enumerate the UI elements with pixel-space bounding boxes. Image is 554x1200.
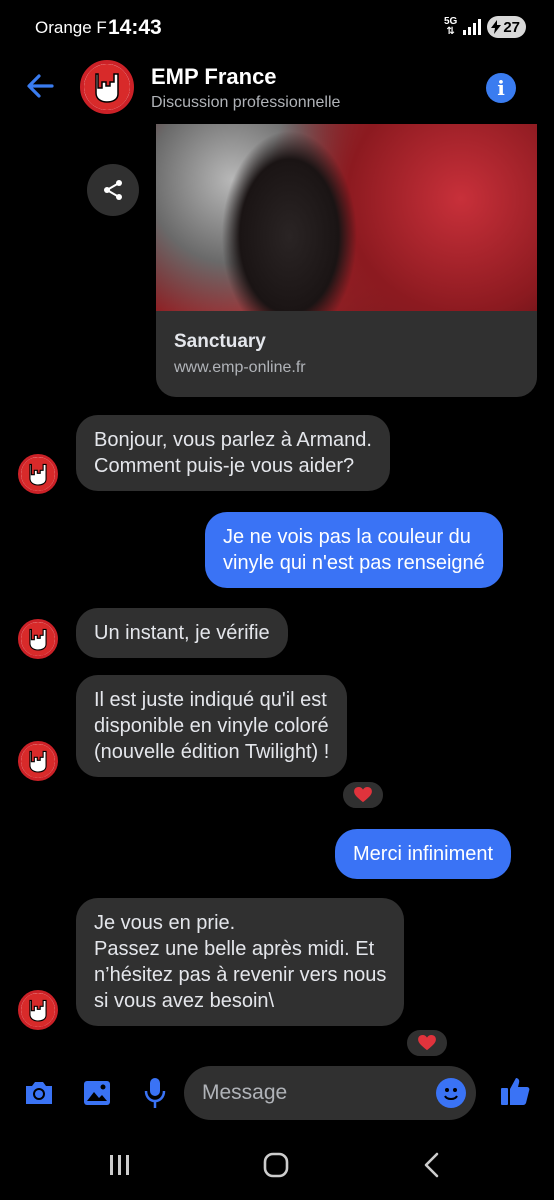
status-icons: 5G ⇅ 27 bbox=[444, 16, 526, 38]
home-button[interactable] bbox=[256, 1150, 296, 1180]
rock-hand-icon bbox=[29, 463, 47, 486]
like-button[interactable] bbox=[498, 1074, 532, 1108]
message-bubble-outgoing[interactable]: Merci infiniment bbox=[335, 829, 512, 879]
link-preview-image[interactable] bbox=[156, 124, 537, 311]
emoji-icon bbox=[444, 1088, 458, 1100]
conversation-header: EMP France Discussion professionnelle i bbox=[0, 56, 554, 120]
signal-icon bbox=[463, 19, 482, 35]
message-reaction[interactable] bbox=[341, 780, 385, 810]
status-bar: Orange F 14:43 5G ⇅ 27 bbox=[0, 0, 554, 56]
message-list[interactable]: Sanctuary www.emp-online.fr Bonjour, vou… bbox=[0, 124, 554, 1056]
message-bubble-incoming[interactable]: Je vous en prie. Passez une belle après … bbox=[76, 898, 405, 1026]
charging-icon bbox=[491, 20, 502, 34]
battery-level: 27 bbox=[503, 18, 520, 36]
message-reaction[interactable] bbox=[405, 1028, 449, 1056]
back-arrow-icon bbox=[27, 74, 54, 98]
link-preview-title: Sanctuary bbox=[174, 331, 266, 352]
thumbs-up-icon bbox=[501, 1078, 530, 1105]
camera-icon bbox=[26, 1082, 52, 1104]
rock-hand-icon bbox=[29, 750, 47, 773]
message-bubble-incoming[interactable]: Il est juste indiqué qu'il est disponibl… bbox=[76, 675, 348, 777]
clock: 14:43 bbox=[108, 16, 162, 39]
message-input[interactable] bbox=[202, 1066, 432, 1120]
sender-avatar[interactable] bbox=[18, 454, 58, 494]
system-navigation-bar bbox=[0, 1132, 554, 1200]
home-icon bbox=[263, 1152, 289, 1178]
message-bubble-outgoing[interactable]: Je ne vois pas la couleur du vinyle qui … bbox=[205, 512, 503, 588]
info-button[interactable]: i bbox=[486, 73, 516, 103]
back-icon bbox=[424, 1152, 439, 1178]
message-composer bbox=[0, 1062, 554, 1126]
message-input-container[interactable] bbox=[184, 1066, 476, 1120]
share-icon bbox=[104, 180, 122, 200]
recents-icon bbox=[110, 1155, 129, 1175]
link-preview-url: www.emp-online.fr bbox=[174, 359, 306, 376]
microphone-icon bbox=[144, 1078, 166, 1108]
message-bubble-incoming[interactable]: Bonjour, vous parlez à Armand. Comment p… bbox=[76, 415, 390, 491]
link-preview-card[interactable]: Sanctuary www.emp-online.fr bbox=[156, 124, 537, 397]
network-indicator: 5G ⇅ bbox=[444, 17, 457, 37]
share-button[interactable] bbox=[87, 164, 139, 216]
sender-avatar[interactable] bbox=[18, 990, 58, 1030]
recents-button[interactable] bbox=[100, 1150, 140, 1180]
back-button[interactable] bbox=[24, 70, 56, 102]
battery-indicator: 27 bbox=[487, 16, 526, 38]
system-back-button[interactable] bbox=[412, 1150, 452, 1180]
image-icon bbox=[84, 1081, 110, 1105]
data-arrows-icon: ⇅ bbox=[446, 26, 455, 37]
sender-avatar[interactable] bbox=[18, 741, 58, 781]
carrier-name: Orange F bbox=[35, 18, 107, 37]
rock-hand-icon bbox=[95, 73, 119, 103]
heart-icon bbox=[418, 1035, 436, 1051]
contact-subtitle: Discussion professionnelle bbox=[151, 94, 341, 111]
rock-hand-icon bbox=[29, 628, 47, 651]
contact-avatar[interactable] bbox=[80, 60, 134, 114]
info-icon: i bbox=[497, 76, 505, 100]
rock-hand-icon bbox=[29, 999, 47, 1022]
contact-name[interactable]: EMP France bbox=[151, 64, 277, 90]
heart-icon bbox=[354, 787, 372, 803]
gallery-button[interactable] bbox=[80, 1076, 114, 1110]
camera-button[interactable] bbox=[22, 1076, 56, 1110]
emoji-button[interactable] bbox=[436, 1078, 466, 1108]
microphone-button[interactable] bbox=[138, 1076, 172, 1110]
message-bubble-incoming[interactable]: Un instant, je vérifie bbox=[76, 608, 288, 658]
sender-avatar[interactable] bbox=[18, 619, 58, 659]
